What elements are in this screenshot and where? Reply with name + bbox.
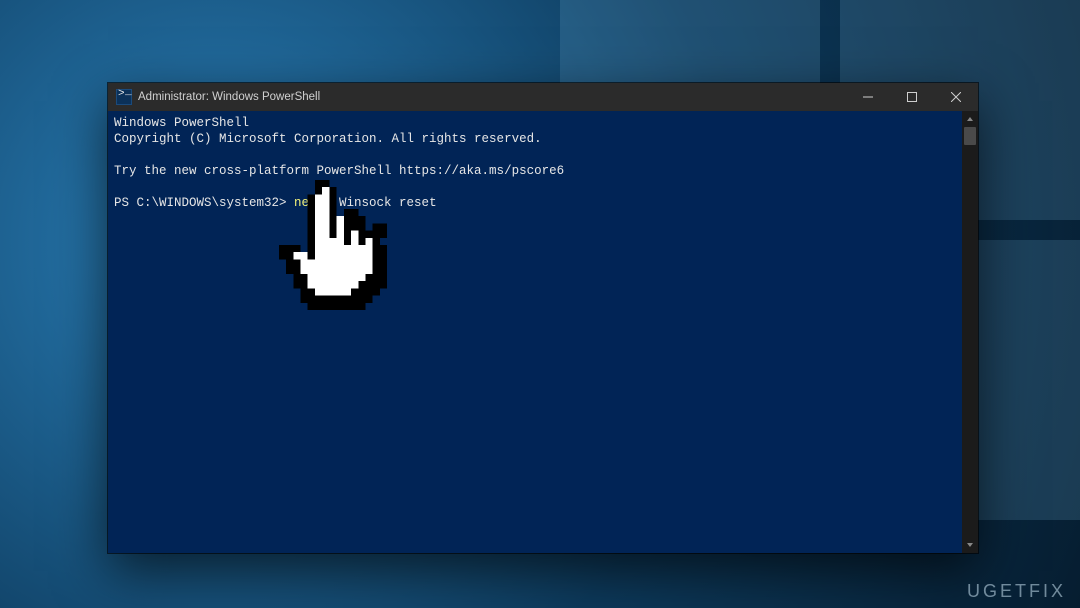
terminal-line: Windows PowerShell — [114, 116, 249, 130]
scroll-up-button[interactable] — [962, 111, 978, 127]
maximize-icon — [907, 92, 917, 102]
powershell-window: Administrator: Windows PowerShell Window… — [108, 83, 978, 553]
close-icon — [951, 92, 961, 102]
desktop-background: Administrator: Windows PowerShell Window… — [0, 0, 1080, 608]
window-client-area: Windows PowerShell Copyright (C) Microso… — [108, 111, 978, 553]
titlebar[interactable]: Administrator: Windows PowerShell — [108, 83, 978, 111]
scroll-down-button[interactable] — [962, 537, 978, 553]
maximize-button[interactable] — [890, 83, 934, 111]
command-token-highlight: netsh — [294, 196, 332, 210]
powershell-icon — [116, 89, 132, 105]
terminal-prompt: PS C:\WINDOWS\system32> — [114, 196, 294, 210]
scrollbar-track[interactable] — [962, 127, 978, 537]
scrollbar-thumb[interactable] — [964, 127, 976, 145]
terminal-line: Try the new cross-platform PowerShell ht… — [114, 164, 564, 178]
window-title: Administrator: Windows PowerShell — [138, 91, 320, 103]
terminal-output[interactable]: Windows PowerShell Copyright (C) Microso… — [108, 111, 962, 553]
terminal-line: Copyright (C) Microsoft Corporation. All… — [114, 132, 542, 146]
chevron-down-icon — [966, 541, 974, 549]
watermark-text: UGETFIX — [967, 581, 1066, 602]
vertical-scrollbar[interactable] — [962, 111, 978, 553]
minimize-icon — [863, 92, 873, 102]
chevron-up-icon — [966, 115, 974, 123]
command-token-rest: Winsock reset — [332, 196, 437, 210]
minimize-button[interactable] — [846, 83, 890, 111]
close-button[interactable] — [934, 83, 978, 111]
